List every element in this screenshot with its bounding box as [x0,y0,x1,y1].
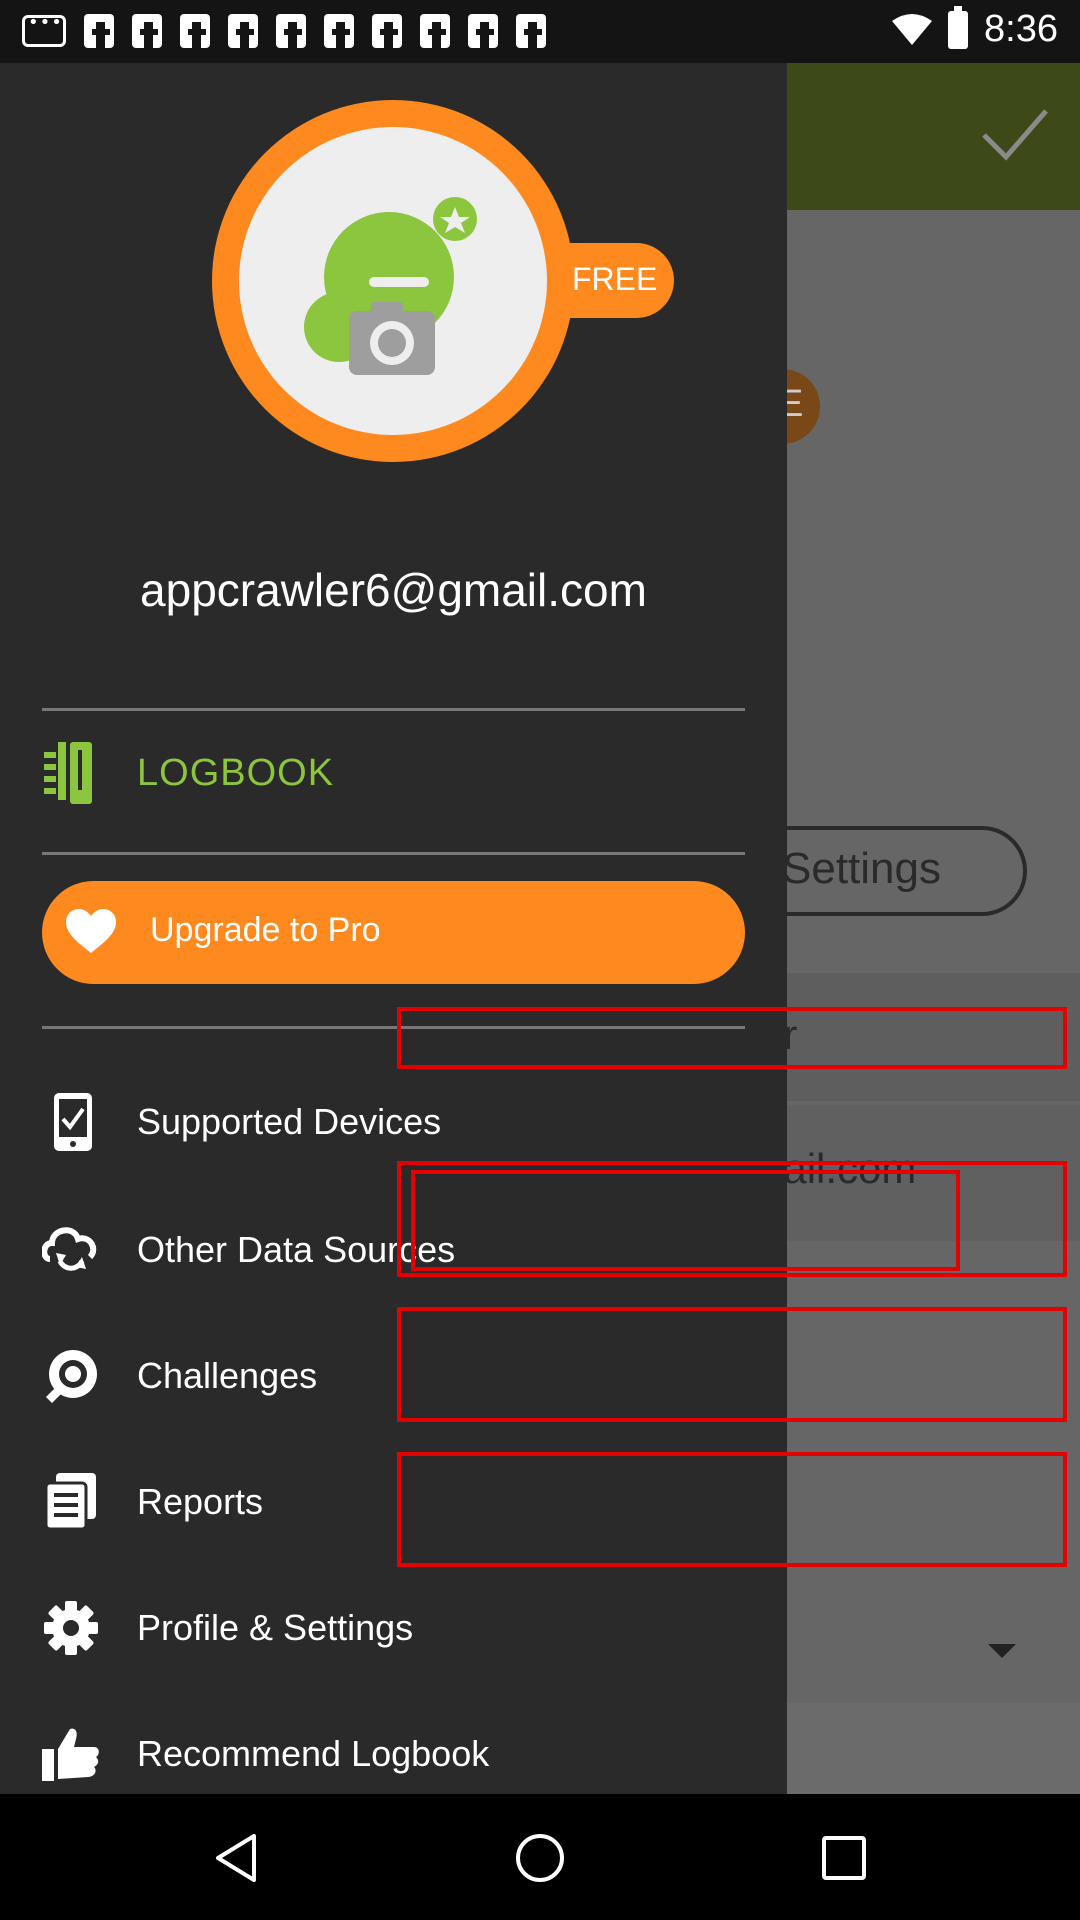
facebook-icon [180,14,210,48]
supported-devices-icon [54,1093,92,1151]
notification-icons [22,12,546,48]
status-bar: 8:36 [0,0,1080,63]
facebook-icon [228,14,258,48]
thumbs-up-icon [42,1728,99,1781]
facebook-icon [420,14,450,48]
facebook-icon [372,14,402,48]
battery-icon [948,5,969,49]
highlight-box [411,1170,960,1271]
message-icon [22,12,66,47]
facebook-icon [516,14,546,48]
facebook-icon [132,14,162,48]
logbook-label: LOGBOOK [137,752,335,794]
settings-button-label: Settings [782,844,941,893]
mascot-icon [304,197,477,375]
logbook-icon [44,742,92,804]
account-email: appcrawler6@gmail.com [140,564,647,616]
facebook-icon [324,14,354,48]
facebook-icon [468,14,498,48]
highlight-box [397,1007,1067,1069]
avatar-image [239,127,547,435]
challenges-icon [46,1350,97,1403]
divider [42,852,745,855]
highlight-box [397,1452,1067,1567]
drawer-item-label: Profile & Settings [137,1607,414,1648]
facebook-icon [84,14,114,48]
drawer-item-profile-settings[interactable]: Profile & Settings [0,1569,787,1689]
wifi-icon [892,13,933,45]
home-icon[interactable] [514,1832,566,1884]
highlight-box [397,1307,1067,1422]
drawer-item-label: Recommend Logbook [137,1733,490,1774]
gear-icon [44,1601,98,1655]
sync-icon [42,1227,97,1271]
avatar[interactable] [212,100,574,462]
upgrade-to-pro-button[interactable]: Upgrade to Pro [42,881,745,984]
reports-icon [44,1473,96,1531]
clock: 8:36 [984,8,1058,50]
back-icon[interactable] [210,1832,262,1884]
drawer-item-logbook[interactable]: LOGBOOK [0,708,787,838]
check-icon[interactable] [980,105,1050,165]
drawer-item-label: Reports [137,1481,264,1522]
heart-icon [66,909,116,953]
free-badge-label: FREE [572,261,658,297]
drawer-item-label: Challenges [137,1355,318,1396]
upgrade-label: Upgrade to Pro [150,911,381,949]
facebook-icon [276,14,306,48]
chevron-down-icon[interactable] [988,1644,1016,1658]
drawer-item-label: Supported Devices [137,1101,442,1142]
recents-icon[interactable] [818,1832,870,1884]
system-nav-bar [0,1794,1080,1920]
